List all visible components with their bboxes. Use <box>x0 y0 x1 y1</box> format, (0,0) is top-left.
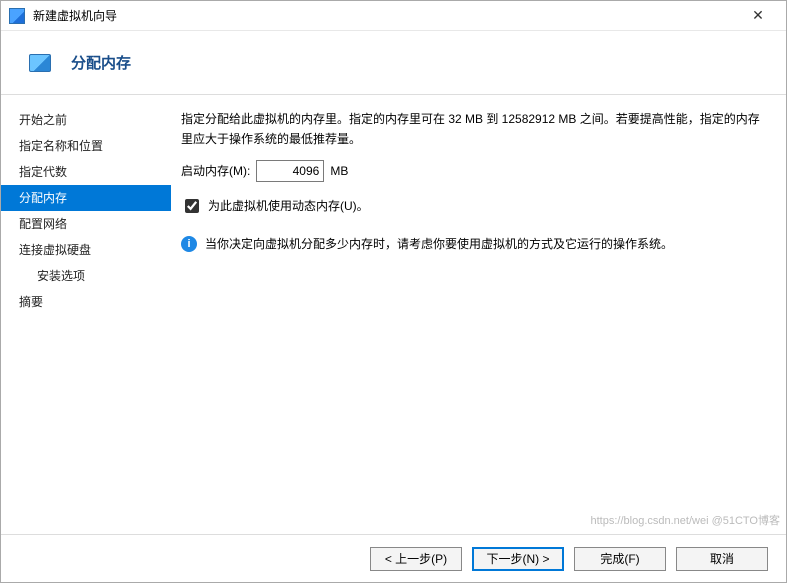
info-icon: i <box>181 236 197 252</box>
nav-install-options[interactable]: 安装选项 <box>1 263 171 289</box>
description-text: 指定分配给此虚拟机的内存里。指定的内存里可在 32 MB 到 12582912 … <box>181 109 764 150</box>
nav-assign-memory[interactable]: 分配内存 <box>1 185 171 211</box>
memory-input[interactable] <box>256 160 324 182</box>
body: 开始之前 指定名称和位置 指定代数 分配内存 配置网络 连接虚拟硬盘 安装选项 … <box>1 95 786 534</box>
dynamic-memory-checkbox[interactable] <box>185 199 199 213</box>
window-title: 新建虚拟机向导 <box>33 7 117 24</box>
nav-before-you-begin[interactable]: 开始之前 <box>1 107 171 133</box>
prev-button[interactable]: < 上一步(P) <box>370 547 462 571</box>
memory-row: 启动内存(M): MB <box>181 160 764 182</box>
memory-label: 启动内存(M): <box>181 161 250 181</box>
info-text: 当你决定向虚拟机分配多少内存时，请考虑你要使用虚拟机的方式及它运行的操作系统。 <box>205 234 673 254</box>
finish-button[interactable]: 完成(F) <box>574 547 666 571</box>
close-icon: ✕ <box>752 7 764 24</box>
page-header: 分配内存 <box>1 31 786 95</box>
info-row: i 当你决定向虚拟机分配多少内存时，请考虑你要使用虚拟机的方式及它运行的操作系统… <box>181 234 764 254</box>
nav-summary[interactable]: 摘要 <box>1 289 171 315</box>
nav-connect-vhd[interactable]: 连接虚拟硬盘 <box>1 237 171 263</box>
app-icon <box>9 8 25 24</box>
next-button[interactable]: 下一步(N) > <box>472 547 564 571</box>
nav-configure-network[interactable]: 配置网络 <box>1 211 171 237</box>
cancel-button[interactable]: 取消 <box>676 547 768 571</box>
titlebar: 新建虚拟机向导 ✕ <box>1 1 786 31</box>
content-area: 指定分配给此虚拟机的内存里。指定的内存里可在 32 MB 到 12582912 … <box>171 95 786 534</box>
nav-specify-name[interactable]: 指定名称和位置 <box>1 133 171 159</box>
dynamic-memory-row[interactable]: 为此虚拟机使用动态内存(U)。 <box>181 196 764 216</box>
footer: < 上一步(P) 下一步(N) > 完成(F) 取消 <box>1 534 786 582</box>
wizard-window: 新建虚拟机向导 ✕ 分配内存 开始之前 指定名称和位置 指定代数 分配内存 配置… <box>0 0 787 583</box>
memory-unit: MB <box>330 161 348 181</box>
nav-specify-generation[interactable]: 指定代数 <box>1 159 171 185</box>
close-button[interactable]: ✕ <box>738 2 778 30</box>
page-title: 分配内存 <box>71 52 131 73</box>
dynamic-memory-label: 为此虚拟机使用动态内存(U)。 <box>208 196 369 216</box>
nav-sidebar: 开始之前 指定名称和位置 指定代数 分配内存 配置网络 连接虚拟硬盘 安装选项 … <box>1 95 171 534</box>
vm-icon <box>29 54 51 72</box>
